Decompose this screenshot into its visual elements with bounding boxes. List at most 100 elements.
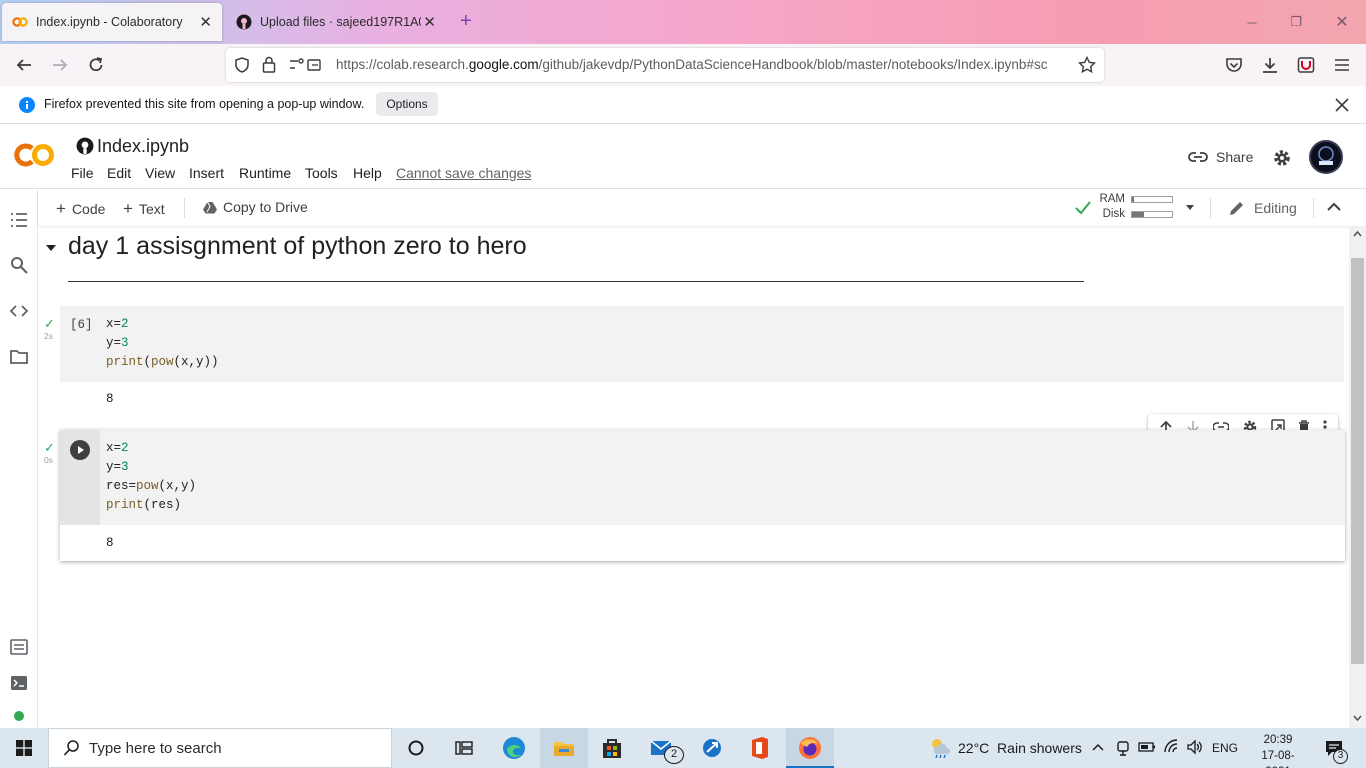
battery-icon[interactable] [1138, 741, 1156, 753]
menu-file[interactable]: File [71, 165, 94, 181]
url-text[interactable]: https://colab.research.google.com/github… [336, 57, 1066, 72]
back-icon[interactable] [12, 53, 36, 77]
tray-expand-icon[interactable] [1092, 742, 1104, 752]
downloads-icon[interactable] [1258, 53, 1282, 77]
cell-output: 8 [106, 392, 114, 406]
task-view-icon[interactable] [450, 734, 478, 762]
menu-runtime[interactable]: Runtime [239, 165, 291, 181]
restore-icon[interactable]: ❐ [1276, 8, 1316, 36]
edge-icon[interactable] [500, 734, 528, 762]
terminal-icon[interactable] [9, 673, 29, 693]
copy-to-drive-label: Copy to Drive [223, 199, 308, 215]
share-button[interactable]: Share [1188, 149, 1253, 165]
folder-icon[interactable] [9, 347, 29, 367]
popup-options-button[interactable]: Options [376, 92, 438, 116]
avatar[interactable] [1309, 140, 1343, 174]
collapse-section-icon[interactable] [45, 244, 57, 252]
colab-header: Index.ipynb File Edit View Insert Runtim… [0, 125, 1366, 189]
run-cell-icon[interactable] [70, 440, 90, 460]
shield-icon[interactable] [234, 57, 250, 73]
add-code-button[interactable]: + Code [56, 199, 105, 219]
command-palette-icon[interactable] [9, 637, 29, 657]
code-editor[interactable]: x=2 y=3 res=pow(x,y) print(res) [106, 439, 196, 515]
firefox-icon[interactable] [796, 734, 824, 762]
connected-check-icon [1075, 201, 1091, 215]
taskbar-search-box[interactable]: Type here to search [48, 728, 392, 768]
windows-taskbar: Type here to search 2 22°C Rain showers … [0, 728, 1366, 768]
scroll-down-icon[interactable] [1353, 715, 1362, 722]
minimize-icon[interactable]: ─ [1232, 8, 1272, 36]
execution-count: [6] [70, 318, 93, 332]
url-suffix: /github/jakevdp/PythonDataScienceHandboo… [538, 57, 1048, 72]
bookmark-star-icon[interactable] [1078, 56, 1096, 74]
store-icon[interactable] [598, 734, 626, 762]
close-tab-icon[interactable]: ✕ [423, 13, 436, 31]
editing-mode-button[interactable]: Editing [1228, 199, 1297, 217]
quick-assist-icon[interactable] [698, 734, 726, 762]
share-label: Share [1216, 149, 1254, 165]
clock-date: 17-08-2021 [1261, 750, 1295, 768]
chevron-down-icon[interactable] [1185, 204, 1195, 212]
scroll-up-icon[interactable] [1353, 230, 1362, 237]
windows-start-icon[interactable] [16, 740, 32, 756]
code-editor-area[interactable]: x=2 y=3 res=pow(x,y) print(res) [100, 430, 1345, 525]
tab-title: Upload files · sajeed197R1A04G [260, 15, 421, 29]
extension-icon[interactable] [1294, 53, 1318, 77]
language-indicator[interactable]: ENG [1212, 741, 1238, 755]
address-bar[interactable]: https://colab.research.google.com/github… [226, 48, 1104, 82]
tab-title: Index.ipynb - Colaboratory [36, 15, 183, 29]
window-close-icon[interactable]: ✕ [1322, 8, 1362, 36]
cortana-icon[interactable] [402, 734, 430, 762]
chevron-up-icon[interactable] [1327, 202, 1341, 212]
wifi-icon[interactable] [1163, 738, 1181, 754]
resources-indicator[interactable]: RAM Disk [1097, 193, 1173, 225]
forward-icon[interactable] [48, 53, 72, 77]
clock-time: 20:39 [1263, 734, 1293, 746]
tab-github[interactable]: Upload files · sajeed197R1A04G ✕ [226, 3, 446, 41]
rain-cloud-icon[interactable] [928, 736, 952, 758]
scrollbar[interactable] [1349, 226, 1366, 728]
code-cell[interactable]: [6] x=2 y=3 print(pow(x,y)) [60, 306, 1344, 382]
notebook-title[interactable]: Index.ipynb [97, 136, 189, 157]
clock[interactable]: 20:39 17-08-2021 [1254, 732, 1302, 768]
popup-message: Firefox prevented this site from opening… [44, 97, 365, 111]
section-heading[interactable]: day 1 assisgnment of python zero to hero [68, 232, 527, 261]
permissions-icon[interactable] [288, 57, 324, 73]
reload-icon[interactable] [84, 53, 108, 77]
new-tab-icon[interactable]: + [460, 10, 472, 33]
disk-label: Disk [1102, 208, 1125, 220]
pencil-icon [1230, 202, 1243, 215]
weather-text[interactable]: 22°C Rain showers [958, 740, 1082, 756]
office-icon[interactable] [746, 734, 774, 762]
code-editor[interactable]: x=2 y=3 print(pow(x,y)) [106, 315, 219, 372]
tab-colab[interactable]: Index.ipynb - Colaboratory ✕ [2, 3, 222, 41]
toolbar-divider [1313, 198, 1314, 218]
lock-icon[interactable] [262, 56, 276, 73]
add-text-button[interactable]: + Text [123, 199, 165, 219]
table-of-contents-icon[interactable] [9, 210, 29, 230]
selected-code-cell[interactable]: x=2 y=3 res=pow(x,y) print(res) 8 [60, 430, 1345, 561]
menu-view[interactable]: View [145, 165, 175, 181]
file-explorer-icon[interactable] [550, 734, 578, 762]
menu-insert[interactable]: Insert [189, 165, 224, 181]
colab-logo-icon[interactable] [14, 141, 56, 169]
meet-now-icon[interactable] [1116, 739, 1130, 757]
pocket-icon[interactable] [1222, 53, 1246, 77]
menu-help[interactable]: Help [353, 165, 382, 181]
navigation-bar: https://colab.research.google.com/github… [0, 44, 1366, 86]
close-icon[interactable] [1334, 97, 1350, 113]
scrollbar-thumb[interactable] [1351, 258, 1364, 664]
volume-icon[interactable] [1186, 739, 1204, 755]
close-tab-icon[interactable]: ✕ [199, 13, 212, 31]
code-snippets-icon[interactable] [9, 301, 29, 321]
save-status-link[interactable]: Cannot save changes [396, 165, 531, 181]
menu-tools[interactable]: Tools [305, 165, 338, 181]
menu-icon[interactable] [1330, 53, 1354, 77]
copy-to-drive-button[interactable]: Copy to Drive [203, 199, 308, 215]
menu-edit[interactable]: Edit [107, 165, 131, 181]
runtime-status-dot[interactable] [14, 711, 24, 721]
left-sidebar [0, 190, 38, 728]
settings-gear-icon[interactable] [1272, 148, 1292, 168]
search-icon[interactable] [9, 255, 29, 275]
notebook-toolbar: + Code + Text Copy to Drive RAM Disk Editi… [38, 190, 1366, 226]
